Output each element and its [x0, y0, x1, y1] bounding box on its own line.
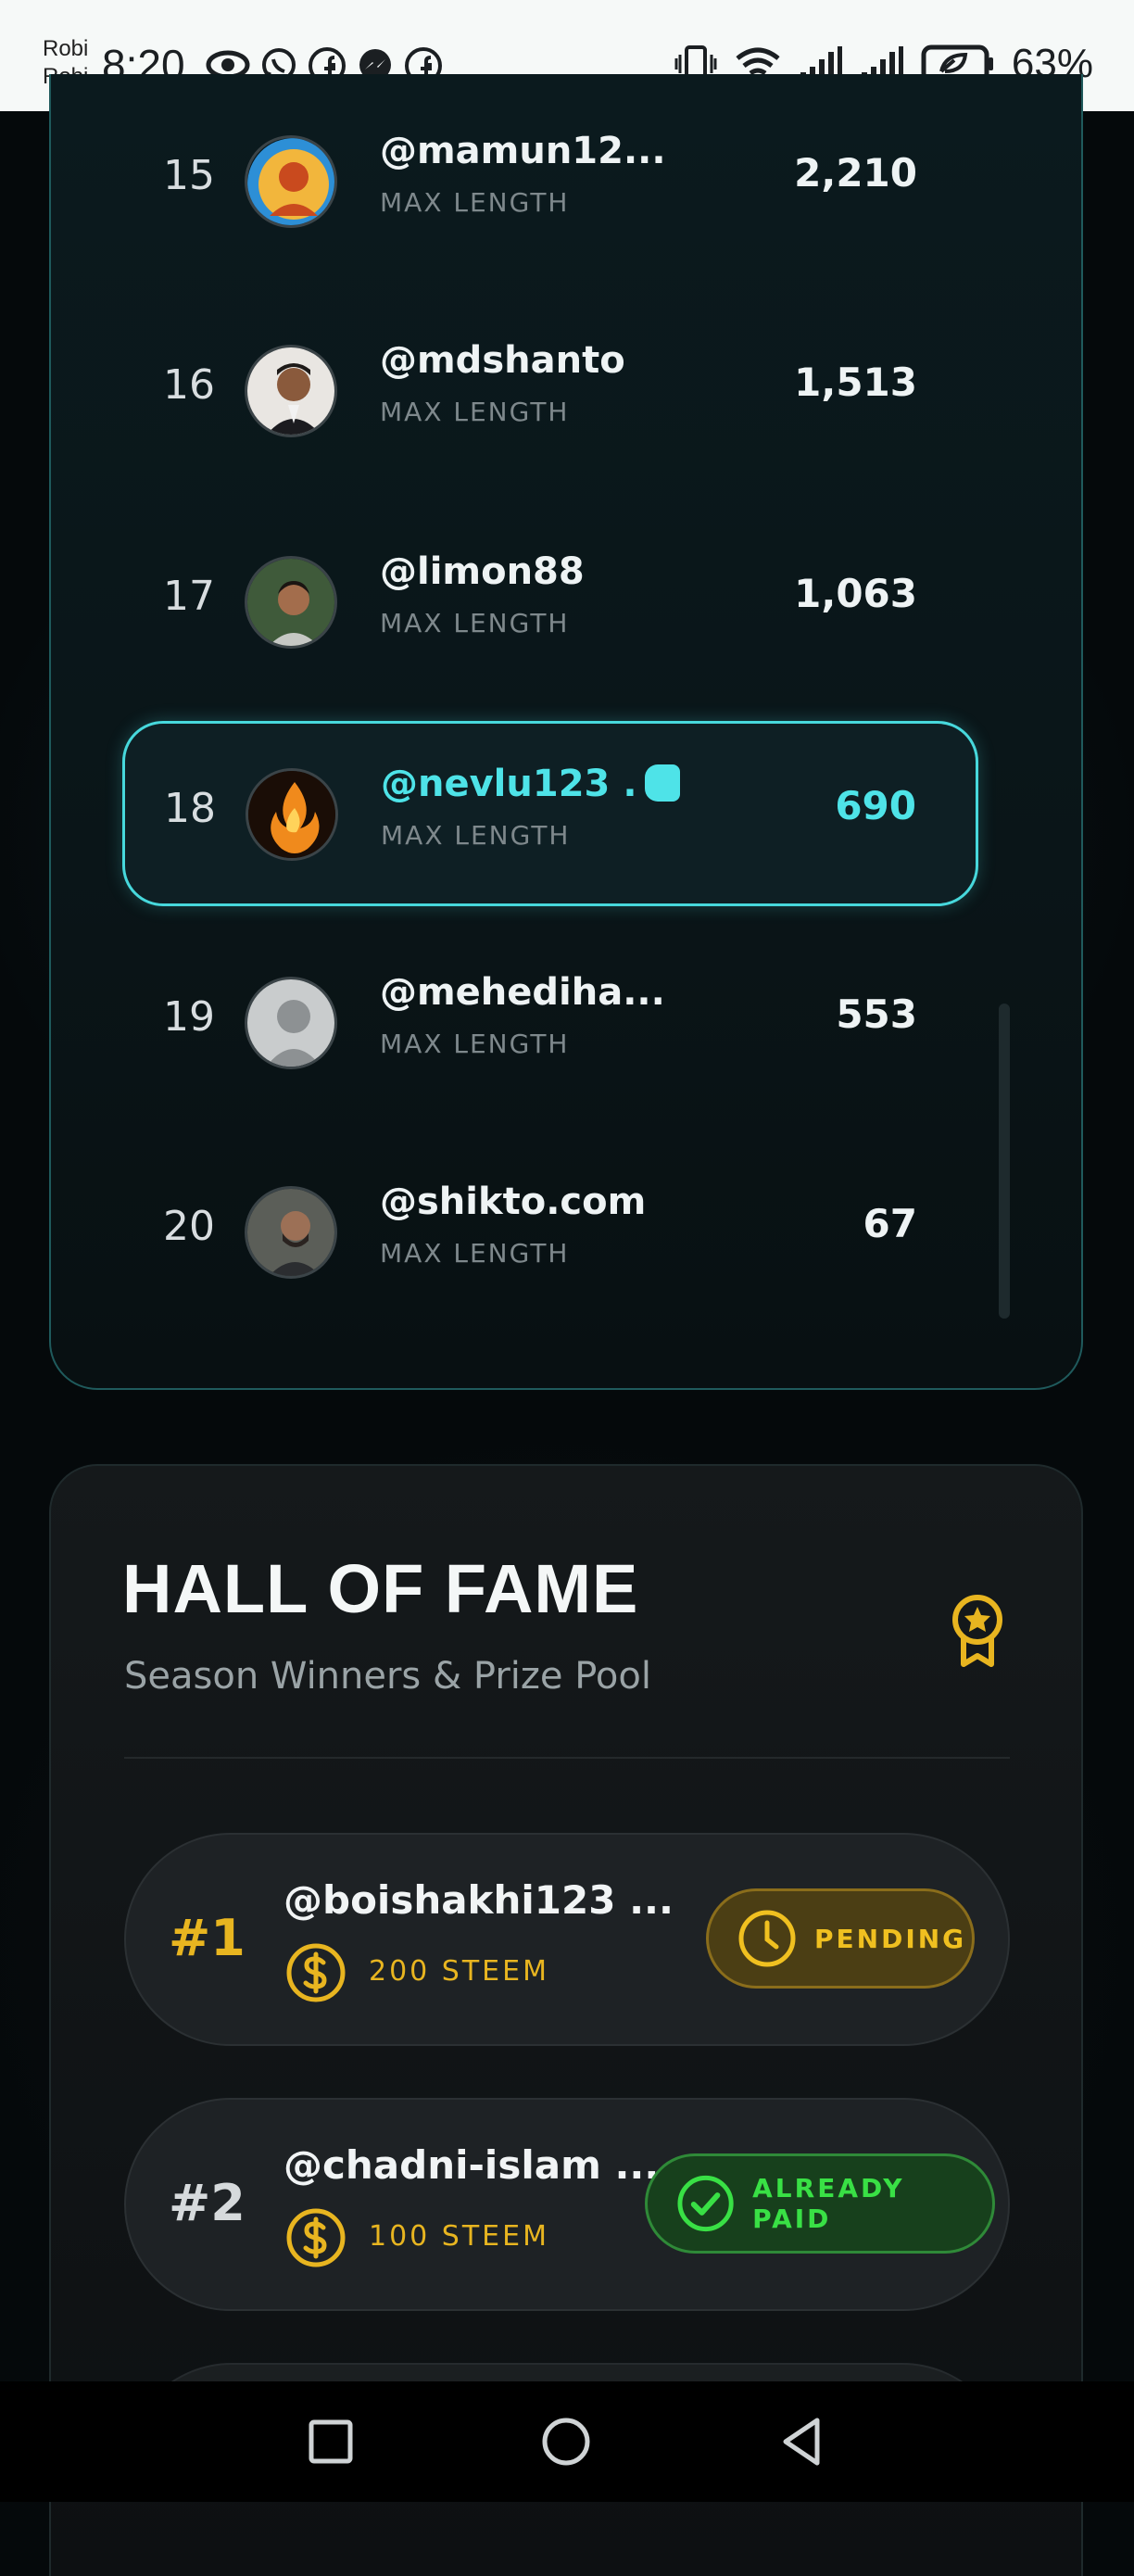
metric-label: MAX LENGTH: [380, 187, 570, 218]
rank-number: 18: [164, 785, 216, 832]
winner-card[interactable]: #1 @boishakhi123 ... 200 STEEM PENDING: [124, 1833, 1010, 2046]
score: 1,513: [794, 360, 917, 405]
score: 67: [863, 1201, 917, 1246]
prize-amount: 200 STEEM: [369, 1955, 549, 1988]
metric-label: MAX LENGTH: [381, 820, 571, 851]
divider: [124, 1757, 1010, 1759]
avatar: [245, 977, 337, 1069]
username-text: @nevlu123: [381, 763, 611, 805]
recents-icon[interactable]: [298, 2409, 363, 2474]
home-icon[interactable]: [534, 2409, 598, 2474]
score: 2,210: [794, 150, 917, 196]
carrier-1: Robi: [43, 36, 89, 61]
winner-username: @boishakhi123 ...: [284, 1877, 674, 1923]
coin-icon: [286, 2208, 346, 2267]
winner-card[interactable]: #2 @chadni-islam ... 100 STEEM ALREADY P…: [124, 2098, 1010, 2311]
hall-of-fame-title: HALL OF FAME: [122, 1550, 639, 1627]
username: @mamun12...: [380, 130, 666, 172]
status-text: PENDING: [814, 1923, 967, 1954]
metric-label: MAX LENGTH: [380, 1029, 570, 1059]
rank-number: 15: [163, 152, 215, 199]
leaderboard-row[interactable]: 17 @limon88 MAX LENGTH 1,063: [124, 511, 976, 697]
avatar: [245, 556, 337, 649]
leaderboard-row[interactable]: 16 @mdshanto MAX LENGTH 1,513: [124, 300, 976, 486]
username: @nevlu123 .: [381, 763, 680, 805]
leaderboard-scrollbar[interactable]: [999, 1004, 1010, 1319]
username: @mehediha...: [380, 971, 665, 1014]
metric-label: MAX LENGTH: [380, 1238, 570, 1269]
username: @limon88: [380, 550, 585, 593]
status-text: ALREADY PAID: [752, 2173, 905, 2234]
winner-username: @chadni-islam ...: [284, 2142, 660, 2188]
status-badge-pending: PENDING: [706, 1888, 975, 1989]
username: @shikto.com: [380, 1181, 647, 1223]
rank-number: 20: [163, 1203, 215, 1250]
you-tag-icon: [644, 764, 680, 802]
check-circle-icon: [677, 2175, 734, 2232]
navigation-bar: [0, 2381, 1134, 2502]
award-ribbon-icon: [952, 1595, 1002, 1667]
winner-place: #2: [169, 2174, 246, 2232]
leaderboard-row[interactable]: 19 @mehediha... MAX LENGTH 553: [124, 932, 976, 1118]
coin-icon: [286, 1943, 346, 2002]
metric-label: MAX LENGTH: [380, 608, 570, 638]
prize-amount: 100 STEEM: [369, 2220, 549, 2253]
hall-of-fame-subtitle: Season Winners & Prize Pool: [124, 1655, 651, 1698]
avatar: [245, 1186, 337, 1279]
score: 690: [835, 783, 916, 828]
leaderboard-row[interactable]: 15 @mamun12... MAX LENGTH 2,210: [124, 91, 976, 276]
avatar: [245, 135, 337, 228]
rank-number: 16: [163, 361, 215, 409]
score: 553: [836, 991, 917, 1037]
score: 1,063: [794, 571, 917, 616]
username: @mdshanto: [380, 339, 625, 382]
metric-label: MAX LENGTH: [380, 397, 570, 427]
winner-place: #1: [169, 1909, 246, 1967]
avatar: [245, 345, 337, 437]
back-icon[interactable]: [771, 2409, 836, 2474]
rank-number: 19: [163, 993, 215, 1041]
username-suffix: .: [623, 763, 637, 805]
avatar: [246, 768, 338, 861]
clock-icon: [738, 1910, 796, 1967]
status-badge-paid: ALREADY PAID: [645, 2153, 995, 2254]
leaderboard-row[interactable]: 20 @shikto.com MAX LENGTH 67: [124, 1142, 976, 1327]
rank-number: 17: [163, 573, 215, 620]
leaderboard-row-current-user[interactable]: 18 @nevlu123 . MAX LENGTH 690: [122, 721, 978, 906]
